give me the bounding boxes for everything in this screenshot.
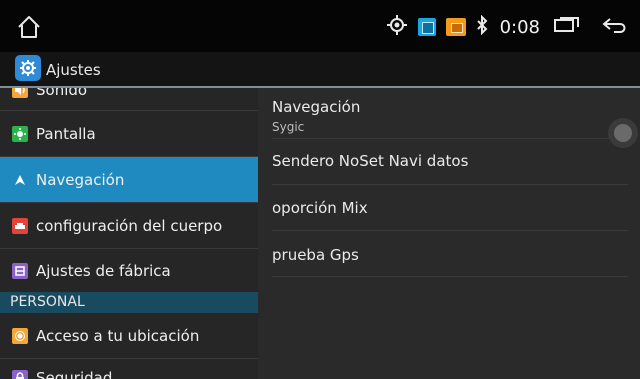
- navigation-settings-panel: Navegación Sygic Sendero NoSet Navi dato…: [258, 88, 640, 379]
- setting-title: prueba Gps: [272, 246, 359, 264]
- setting-navegacion[interactable]: Navegación Sygic: [258, 88, 640, 138]
- sidebar-item-navegacion[interactable]: Navegación: [0, 157, 258, 202]
- sidebar-item-label: Sonido: [36, 88, 88, 99]
- sidebar-item-label: Pantalla: [36, 124, 96, 143]
- setting-prueba-gps[interactable]: prueba Gps: [258, 231, 640, 276]
- divider: [272, 276, 628, 277]
- navigation-icon: [12, 171, 28, 188]
- sidebar-item-label: Navegación: [36, 170, 125, 189]
- setting-subtitle: Sygic: [272, 120, 305, 134]
- media-app-icon: [445, 18, 466, 36]
- sidebar-item-acceso-a-tu-ubicacion[interactable]: Acceso a tu ubicación: [0, 313, 258, 358]
- sidebar-item-label: Seguridad: [36, 369, 113, 379]
- factory-settings-icon: [12, 262, 28, 279]
- scroll-handle-knob: [614, 124, 632, 142]
- location-icon: [386, 14, 408, 40]
- sidebar-item-label: Acceso a tu ubicación: [36, 326, 200, 345]
- vehicle-icon: [12, 217, 28, 234]
- home-icon[interactable]: [14, 12, 44, 42]
- sidebar-item-sonido[interactable]: Sonido: [0, 88, 258, 102]
- status-bar: 0:08: [0, 0, 640, 52]
- sidebar-item-label: configuración del cuerpo: [36, 216, 223, 235]
- recent-apps-icon[interactable]: [554, 17, 580, 37]
- settings-sidebar: Sonido Pantalla Navegación configuración…: [0, 88, 258, 379]
- status-icons: 0:08: [386, 14, 630, 40]
- sidebar-item-seguridad[interactable]: Seguridad: [0, 367, 258, 379]
- bluetooth-icon: [476, 14, 488, 39]
- section-header-personal: PERSONAL: [0, 292, 258, 313]
- gallery-app-icon: [417, 18, 436, 36]
- back-icon[interactable]: [600, 16, 630, 38]
- setting-title: oporción Mix: [272, 199, 368, 217]
- divider: [0, 358, 258, 359]
- setting-title: Navegación: [272, 98, 361, 116]
- location-access-icon: [12, 327, 28, 344]
- clock: 0:08: [499, 16, 540, 38]
- sidebar-item-pantalla[interactable]: Pantalla: [0, 111, 258, 156]
- security-icon: [12, 370, 28, 379]
- settings-content: Sonido Pantalla Navegación configuración…: [0, 88, 640, 379]
- settings-gear-icon: [15, 55, 41, 81]
- sound-icon: [12, 88, 28, 98]
- scroll-handle[interactable]: [608, 118, 638, 148]
- section-title: PERSONAL: [10, 294, 85, 310]
- setting-oporcion-mix[interactable]: oporción Mix: [258, 185, 640, 230]
- display-icon: [12, 125, 28, 142]
- sidebar-item-ajustes-de-fabrica[interactable]: Ajustes de fábrica: [0, 249, 258, 292]
- setting-sendero-noset-navi-datos[interactable]: Sendero NoSet Navi datos: [258, 139, 640, 184]
- sidebar-item-label: Ajustes de fábrica: [36, 261, 171, 280]
- sidebar-item-configuracion-del-cuerpo[interactable]: configuración del cuerpo: [0, 203, 258, 248]
- setting-title: Sendero NoSet Navi datos: [272, 152, 469, 170]
- app-title: Ajustes: [46, 61, 101, 79]
